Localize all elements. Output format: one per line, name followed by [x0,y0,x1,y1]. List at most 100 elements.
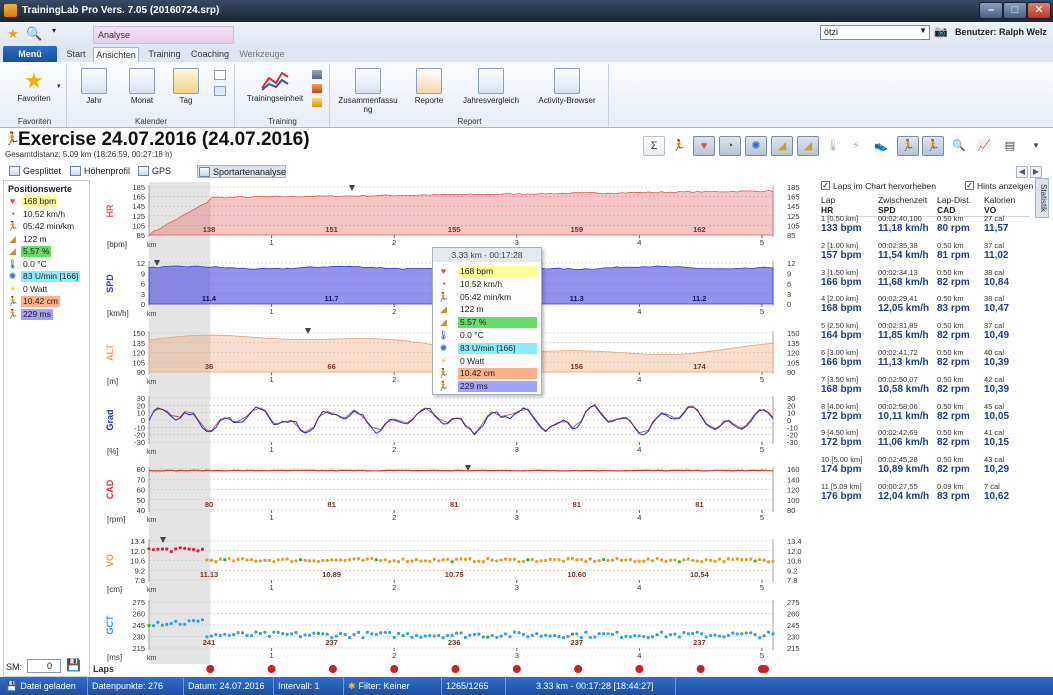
tab-statistik[interactable]: Statistik [1035,178,1049,218]
lap-row[interactable]: 9 [4.50 km] 00:02:42,69 0.50 km 41 cal 172 b… [821,428,1031,454]
reporte-button[interactable]: Reporte [405,68,453,105]
nav-left-icon[interactable]: ◀ [1016,166,1028,178]
favoriten-button[interactable]: ★ Favoriten [9,68,59,103]
series-point [151,548,156,552]
menu-button[interactable]: Menü [3,46,57,62]
tab-training[interactable]: Training [142,47,187,62]
status-filter[interactable]: ✱ Filter: Keiner [344,677,442,695]
thermometer-icon[interactable]: 🌡 [822,136,844,156]
list-view-icon[interactable] [214,70,226,80]
jahresvergleich-button[interactable]: Jahresvergleich [457,68,525,105]
slope-small-icon[interactable] [312,98,322,107]
save-icon[interactable]: 💾 [66,658,81,672]
bar-small-icon[interactable] [312,84,322,93]
nav-right-icon[interactable]: ▶ [1030,166,1042,178]
chevron-down-icon[interactable]: ▾ [46,26,62,42]
lightning-icon[interactable]: ⚡ [845,136,867,156]
lap-row[interactable]: 6 [3.00 km] 00:02:41,72 0.50 km 40 cal 166 b… [821,348,1031,374]
col-header-zwischenzeit[interactable]: Zwischenzeit SPD [878,195,927,215]
series-point [441,636,445,640]
sm-input[interactable]: 0 [27,659,61,673]
zusammenfassung-button[interactable]: Zusammenfassu ng [335,68,401,114]
search-icon[interactable]: 🔍 [26,26,42,42]
series-point [334,558,338,562]
tab-werkzeuge[interactable]: Werkzeuge [238,47,286,62]
close-button[interactable]: ✕ [1027,2,1051,19]
series-point [410,559,414,563]
lap-row[interactable]: 7 [3.50 km] 00:02:50,07 0.50 km 42 cal 168 b… [821,375,1031,401]
compare-icon [478,68,504,94]
exercise-title: Exercise 24.07.2016 (24.07.2016) [18,129,310,150]
monat-button[interactable]: Monat [120,68,164,105]
series-point [713,633,717,637]
lap-dist: 0.50 km [937,267,964,277]
lap-row[interactable]: 8 [4.00 km] 00:02:58,06 0.50 km 45 cal 172 b… [821,402,1031,428]
lap-row[interactable]: 2 [1.00 km] 00:02:35,38 0.50 km 37 cal 157 b… [821,241,1031,267]
left-tick-label: 245 [132,621,145,630]
subtab-hoehenprofil[interactable]: Höhenprofil [69,165,131,178]
series-point [495,635,499,640]
lap-row[interactable]: 5 [2.50 km] 00:02:31,89 0.50 km 37 cal 164 b… [821,321,1031,347]
subtab-sportartenanalyse[interactable]: Sportartenanalyse [197,165,286,178]
tag-button[interactable]: Tag [164,68,208,105]
jahr-button[interactable]: Jahr [72,68,116,105]
x-tick-label: 3 [515,583,519,592]
lap-row[interactable]: 11 [5.09 km] 00:00:27,55 0.09 km 7 cal 176 b… [821,482,1031,508]
minimize-button[interactable]: – [979,2,1003,19]
series-point [668,633,673,637]
activity-browser-button[interactable]: Activity-Browser [529,68,605,105]
context-tab-analyse[interactable]: Analyse [93,26,234,44]
lap-row[interactable]: 10 [5.00 km] 00:02:45,28 0.50 km 43 cal 174 … [821,455,1031,481]
col-header-kalorien[interactable]: Kalorien VO [984,195,1015,215]
subtab-gesplittet[interactable]: Gesplittet [8,165,63,178]
layout-icon[interactable]: ▤ [999,136,1021,156]
tab-coaching[interactable]: Coaching [188,47,232,62]
contact-icon[interactable]: 🏃 [922,136,944,156]
trend-icon[interactable]: 📈 [973,136,995,156]
panel-unit: [cm] [107,585,122,594]
series-point [218,633,222,638]
zoom-icon[interactable]: 🔍 [948,136,970,156]
series-point [700,632,704,636]
profile-icon [70,166,81,176]
mountain-icon[interactable]: ◢ [771,136,793,156]
maximize-button[interactable]: □ [1003,2,1027,19]
left-tick-label: 9.2 [135,566,145,575]
right-tick-label: 185 [787,183,800,192]
series-point [401,634,405,638]
series-point [615,630,619,634]
series-point [281,632,285,636]
lap-row[interactable]: 3 [1.50 km] 00:02:34,13 0.50 km 38 cal 166 b… [821,268,1031,294]
tooltip-row: 🌡 0.0 °C [437,330,539,341]
slope-icon[interactable]: ◢ [797,136,819,156]
col-header-lap[interactable]: Lap HR [821,195,835,215]
chart-small-icon[interactable] [312,70,322,79]
tab-ansichten[interactable]: Ansichten [93,47,139,62]
runner-icon[interactable]: 🏃 [668,136,690,156]
panel-unit: [m] [107,377,118,386]
stride-icon[interactable]: 🏃 [897,136,919,156]
chevron-down-icon[interactable]: ▼ [1025,136,1047,156]
grid-view-icon[interactable] [214,86,226,96]
lap-time: 00:02:42,69 [878,428,918,438]
speedometer-icon[interactable]: ◔ [719,136,741,156]
chevron-down-icon[interactable]: ▾ [57,82,61,90]
user-combo[interactable]: ötzi ▼ [820,25,930,40]
col-header-lap-dist[interactable]: Lap-Dist. CAD [937,195,971,215]
subtab-gps-karte[interactable]: GPS Karte [137,165,193,189]
laps-highlight-checkbox[interactable]: ✓ Laps im Chart hervorheben [821,181,936,191]
heart-icon[interactable]: ♥ [693,136,715,156]
cadence-icon[interactable]: ✺ [745,136,767,156]
series-point [624,634,628,638]
series-point [290,632,294,636]
hints-checkbox[interactable]: ✓ Hints anzeigen [965,181,1033,191]
shoe-icon[interactable]: 👟 [870,136,892,156]
lap-row[interactable]: 4 [2.00 km] 00:02:29,41 0.50 km 38 cal 168 b… [821,294,1031,320]
tab-start[interactable]: Start [60,47,92,62]
star-icon[interactable]: ★ [5,26,21,42]
sigma-icon[interactable]: Σ [643,136,665,156]
position-value-text: 5.57 % [21,246,52,257]
trainingseinheit-button[interactable]: Trainingseinheit [240,68,310,103]
lap-row[interactable]: 1 [0.50 km] 00:02:40,100 0.50 km 27 cal 133 … [821,214,1031,240]
user-icon[interactable]: 📷 [934,25,948,38]
